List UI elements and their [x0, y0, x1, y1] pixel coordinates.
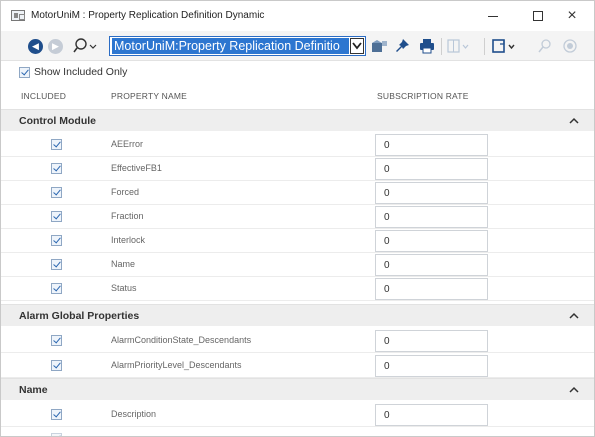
subscription-rate-input[interactable]: 0 — [375, 355, 488, 377]
property-row: Name 0 — [1, 253, 594, 277]
toolbar-separator — [484, 38, 485, 55]
group-title: Alarm Global Properties — [19, 310, 140, 322]
address-input[interactable]: MotorUniM:Property Replication Definitio — [112, 38, 349, 54]
package-button[interactable] — [370, 38, 387, 54]
target-icon — [563, 39, 577, 53]
forward-button[interactable]: ▶ — [48, 39, 63, 54]
chevron-up-icon[interactable] — [568, 384, 580, 396]
property-row: AlarmPriorityLevel_Descendants 0 — [1, 354, 594, 378]
included-checkbox[interactable] — [51, 139, 62, 150]
chevron-down-icon — [352, 42, 362, 50]
group-title: Name — [19, 384, 48, 396]
included-checkbox[interactable] — [51, 187, 62, 198]
group-header-alarm-global-properties[interactable]: Alarm Global Properties — [1, 304, 594, 326]
title-bar: MotorUniM : Property Replication Definit… — [1, 1, 594, 31]
property-name: Name — [111, 259, 136, 269]
columns-button[interactable] — [447, 38, 469, 54]
property-row: AlarmConditionState_Descendants 0 — [1, 329, 594, 353]
group-title: Control Module — [19, 115, 96, 127]
included-checkbox[interactable] — [51, 211, 62, 222]
included-checkbox[interactable] — [51, 235, 62, 246]
maximize-icon — [533, 11, 543, 21]
property-row: Status 0 — [1, 277, 594, 301]
property-name: EffectiveFB1 — [111, 163, 162, 173]
subscription-rate-input[interactable]: 0 — [375, 230, 488, 252]
minimize-icon — [488, 15, 498, 17]
subscription-rate-input[interactable]: 0 — [375, 254, 488, 276]
property-row: Forced 0 — [1, 181, 594, 205]
chevron-up-icon[interactable] — [568, 310, 580, 322]
included-checkbox[interactable] — [51, 360, 62, 371]
pin-icon — [396, 39, 409, 52]
column-header-property-name[interactable]: PROPERTY NAME — [111, 91, 187, 101]
included-checkbox[interactable] — [51, 433, 62, 436]
group-header-control-module[interactable]: Control Module — [1, 109, 594, 131]
forward-icon: ▶ — [52, 41, 59, 51]
app-icon — [11, 10, 25, 21]
property-name: Description — [111, 409, 157, 419]
target-button[interactable] — [562, 38, 578, 54]
property-row-partial — [1, 427, 594, 436]
included-checkbox[interactable] — [51, 409, 62, 420]
document-icon — [492, 39, 515, 53]
address-dropdown-button[interactable] — [350, 38, 364, 54]
show-included-only-toggle[interactable]: Show Included Only — [19, 66, 127, 78]
property-name: AlarmConditionState_Descendants — [111, 335, 252, 345]
subscription-rate-input[interactable]: 0 — [375, 182, 488, 204]
column-header-subscription-rate[interactable]: SUBSCRIPTION RATE — [377, 91, 469, 101]
property-replication-window: MotorUniM : Property Replication Definit… — [0, 0, 595, 437]
subscription-rate-input[interactable]: 0 — [375, 330, 488, 352]
group-header-name[interactable]: Name — [1, 378, 594, 400]
chevron-up-icon[interactable] — [568, 115, 580, 127]
property-name: AEError — [111, 139, 144, 149]
columns-icon — [447, 39, 469, 53]
included-checkbox[interactable] — [51, 283, 62, 294]
search-icon — [73, 38, 97, 53]
subscription-rate-input[interactable]: 0 — [375, 134, 488, 156]
subscription-rate-input[interactable]: 0 — [375, 158, 488, 180]
zoom-icon — [538, 39, 551, 53]
property-name: AlarmPriorityLevel_Descendants — [111, 360, 242, 370]
subscription-rate-input[interactable]: 0 — [375, 206, 488, 228]
property-row: EffectiveFB1 0 — [1, 157, 594, 181]
show-included-checkbox[interactable] — [19, 66, 30, 78]
back-button[interactable]: ◀ — [28, 39, 43, 54]
address-combobox[interactable]: MotorUniM:Property Replication Definitio — [109, 36, 366, 56]
included-checkbox[interactable] — [51, 335, 62, 346]
toolbar: ◀ ▶ MotorUniM:Property Replication Defin… — [1, 31, 594, 61]
property-name: Interlock — [111, 235, 146, 245]
back-icon: ◀ — [32, 41, 39, 51]
document-button[interactable] — [492, 38, 516, 54]
included-checkbox[interactable] — [51, 163, 62, 174]
included-checkbox[interactable] — [51, 259, 62, 270]
zoom-button[interactable] — [537, 38, 553, 54]
property-name: Status — [111, 283, 137, 293]
print-button[interactable] — [419, 38, 435, 54]
subscription-rate-input[interactable]: 0 — [375, 278, 488, 300]
close-icon: × — [567, 7, 577, 24]
pin-button[interactable] — [394, 38, 410, 54]
close-button[interactable]: × — [550, 4, 594, 28]
property-name: Fraction — [111, 211, 144, 221]
property-row: AEError 0 — [1, 133, 594, 157]
print-icon — [420, 39, 434, 54]
property-row: Description 0 — [1, 403, 594, 427]
subscription-rate-input[interactable]: 0 — [375, 404, 488, 426]
column-header-included[interactable]: INCLUDED — [21, 91, 66, 101]
search-button[interactable] — [73, 37, 99, 55]
window-title: MotorUniM : Property Replication Definit… — [31, 10, 265, 21]
show-included-label: Show Included Only — [34, 66, 128, 78]
property-row: Fraction 0 — [1, 205, 594, 229]
toolbar-separator — [441, 38, 442, 55]
package-icon — [372, 40, 387, 52]
minimize-button[interactable] — [471, 4, 515, 28]
property-name: Forced — [111, 187, 140, 197]
property-row: Interlock 0 — [1, 229, 594, 253]
